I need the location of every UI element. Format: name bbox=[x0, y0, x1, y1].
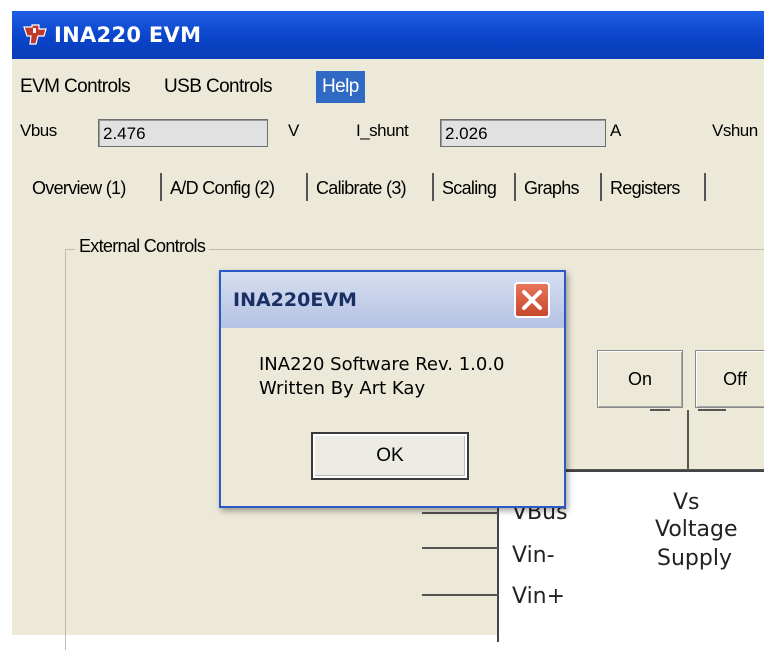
tab-separator bbox=[432, 173, 434, 201]
tab-scaling[interactable]: Scaling bbox=[442, 171, 497, 205]
vbus-label: Vbus bbox=[20, 121, 57, 140]
dialog-title-bar[interactable]: INA220EVM bbox=[221, 272, 564, 328]
tab-separator bbox=[160, 173, 162, 201]
on-button[interactable]: On bbox=[597, 350, 683, 408]
off-button[interactable]: Off bbox=[695, 350, 764, 408]
window-title: INA220 EVM bbox=[54, 23, 202, 47]
ishunt-label: I_shunt bbox=[356, 121, 409, 140]
dialog-message-line1: INA220 Software Rev. 1.0.0 bbox=[259, 354, 505, 375]
pin-line-vin-plus bbox=[422, 594, 498, 596]
readout-row: Vbus 2.476 V I_shunt 2.026 A Vshun bbox=[12, 115, 764, 157]
pin-line-vin-minus bbox=[422, 547, 498, 549]
close-button[interactable] bbox=[514, 282, 550, 318]
dialog-message-line2: Written By Art Kay bbox=[259, 378, 426, 399]
supply-label-supply: Supply bbox=[657, 546, 732, 571]
ti-logo-icon bbox=[23, 24, 47, 45]
supply-label-voltage: Voltage bbox=[655, 517, 738, 542]
ishunt-unit: A bbox=[610, 121, 621, 140]
switch-wiring bbox=[560, 409, 764, 471]
tab-calibrate[interactable]: Calibrate (3) bbox=[316, 171, 407, 205]
vbus-unit: V bbox=[288, 121, 299, 140]
tab-registers[interactable]: Registers bbox=[610, 171, 680, 205]
tab-graphs[interactable]: Graphs bbox=[524, 171, 580, 205]
ishunt-field[interactable]: 2.026 bbox=[440, 119, 606, 147]
pin-line-vbus bbox=[422, 512, 498, 514]
menu-usb-controls[interactable]: USB Controls bbox=[164, 71, 273, 103]
tab-separator bbox=[600, 173, 602, 201]
menu-help[interactable]: Help bbox=[316, 71, 365, 103]
tab-overview[interactable]: Overview (1) bbox=[32, 171, 126, 205]
about-dialog: INA220EVM INA220 Software Rev. 1.0.0 Wri… bbox=[219, 270, 566, 508]
external-controls-title: External Controls bbox=[75, 236, 210, 257]
menu-evm-controls[interactable]: EVM Controls bbox=[20, 71, 131, 103]
tab-separator bbox=[306, 173, 308, 201]
pin-label-vin-minus: Vin- bbox=[512, 543, 555, 568]
dialog-title: INA220EVM bbox=[233, 289, 357, 311]
pin-label-vin-plus: Vin+ bbox=[512, 584, 566, 609]
tab-separator bbox=[704, 173, 706, 201]
vshunt-label: Vshun bbox=[712, 121, 758, 140]
supply-label-vs: Vs bbox=[673, 490, 700, 515]
vbus-field[interactable]: 2.476 bbox=[98, 119, 268, 147]
menu-bar: EVM Controls USB Controls Help bbox=[12, 71, 764, 103]
title-bar[interactable]: INA220 EVM bbox=[12, 11, 764, 59]
tab-separator bbox=[514, 173, 516, 201]
ok-button[interactable]: OK bbox=[311, 432, 469, 480]
tab-ad-config[interactable]: A/D Config (2) bbox=[170, 171, 275, 205]
close-icon bbox=[522, 290, 542, 310]
